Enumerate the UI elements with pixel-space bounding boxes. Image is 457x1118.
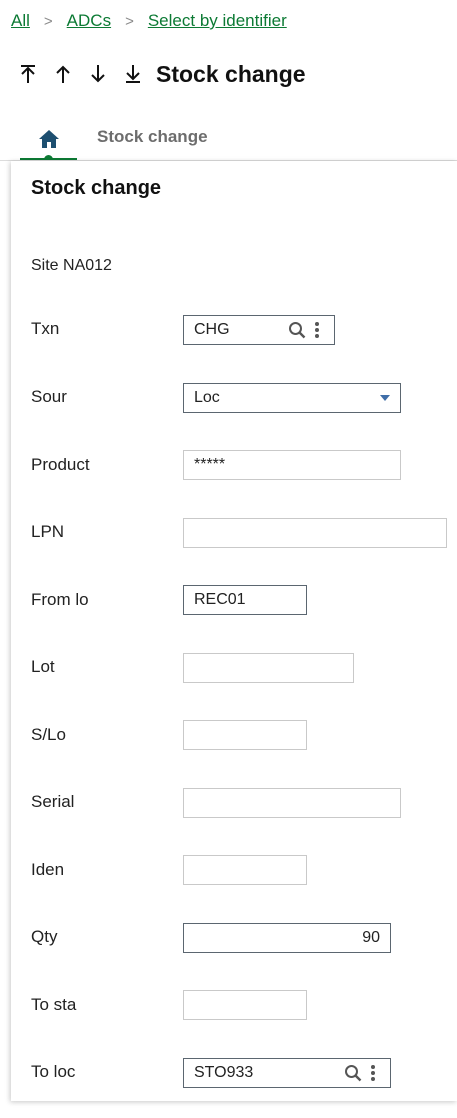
card-title: Stock change xyxy=(31,177,162,199)
iden-label: Iden xyxy=(31,860,65,879)
to-loc-label: To loc xyxy=(31,1062,76,1081)
txn-value: CHG xyxy=(194,321,230,338)
first-record-icon xyxy=(20,65,35,83)
product-label: Product xyxy=(31,455,90,474)
from-lo-label: From lo xyxy=(31,590,89,609)
txn-field[interactable]: CHG xyxy=(183,315,335,345)
lpn-field[interactable] xyxy=(183,518,447,548)
tab-bar: Stock change xyxy=(0,118,457,164)
home-icon xyxy=(38,130,59,148)
page-header: Stock change xyxy=(10,58,306,90)
next-record-button[interactable] xyxy=(80,59,115,89)
serial-label: Serial xyxy=(31,792,75,811)
breadcrumb-separator: > xyxy=(125,12,134,30)
previous-record-icon xyxy=(55,65,70,83)
lot-field[interactable] xyxy=(183,653,354,683)
sour-value: Loc xyxy=(194,389,220,406)
qty-value: 90 xyxy=(362,929,380,946)
s-lo-field[interactable] xyxy=(183,720,307,750)
qty-label: Qty xyxy=(31,927,58,946)
to-loc-more-button[interactable] xyxy=(366,1063,380,1083)
chevron-down-icon[interactable] xyxy=(380,395,390,401)
tab-home[interactable] xyxy=(20,118,77,164)
site-text: Site NA012 xyxy=(31,257,112,274)
from-lo-field[interactable]: REC01 xyxy=(183,585,307,615)
qty-field[interactable]: 90 xyxy=(183,923,391,953)
txn-more-button[interactable] xyxy=(310,320,324,340)
txn-search-button[interactable] xyxy=(288,321,306,339)
sour-select[interactable]: Loc xyxy=(183,383,401,413)
s-lo-label: S/Lo xyxy=(31,725,66,744)
more-vertical-icon xyxy=(371,1064,375,1083)
txn-label: Txn xyxy=(31,319,60,338)
breadcrumb-select-by-identifier[interactable]: Select by identifier xyxy=(148,11,287,31)
to-sta-field[interactable] xyxy=(183,990,307,1020)
breadcrumb-all[interactable]: All xyxy=(11,11,30,31)
last-record-icon xyxy=(125,65,140,83)
to-loc-value: STO933 xyxy=(194,1064,254,1081)
breadcrumb-separator: > xyxy=(43,12,53,30)
stock-change-card: Stock change Site NA012 Txn CHG Sour Loc… xyxy=(11,161,457,1101)
to-sta-label: To sta xyxy=(31,995,77,1014)
lpn-label: LPN xyxy=(31,522,65,541)
page-title: Stock change xyxy=(156,60,306,87)
breadcrumb: All > ADCs > Select by identifier xyxy=(11,9,287,33)
more-vertical-icon xyxy=(315,321,319,340)
tab-stock-change[interactable]: Stock change xyxy=(97,127,208,147)
to-loc-field[interactable]: STO933 xyxy=(183,1058,391,1088)
search-icon xyxy=(289,322,306,339)
last-record-button[interactable] xyxy=(115,59,150,89)
product-value: ***** xyxy=(194,456,226,473)
serial-field[interactable] xyxy=(183,788,401,818)
lot-label: Lot xyxy=(31,657,55,676)
page: All > ADCs > Select by identifier Stock … xyxy=(0,0,457,1118)
from-lo-value: REC01 xyxy=(194,591,246,608)
breadcrumb-adcs[interactable]: ADCs xyxy=(67,11,111,31)
sour-label: Sour xyxy=(31,387,67,406)
product-field[interactable]: ***** xyxy=(183,450,401,480)
first-record-button[interactable] xyxy=(10,59,45,89)
next-record-icon xyxy=(90,65,105,83)
search-icon xyxy=(345,1065,362,1082)
to-loc-search-button[interactable] xyxy=(344,1064,362,1082)
iden-field[interactable] xyxy=(183,855,307,885)
previous-record-button[interactable] xyxy=(45,59,80,89)
